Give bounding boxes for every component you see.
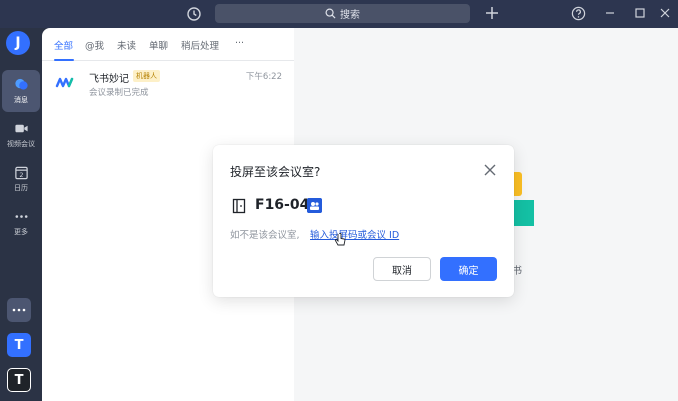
help-icon[interactable] <box>571 6 586 21</box>
chat-time: 下午6:22 <box>245 72 282 82</box>
avatar[interactable]: J <box>6 31 30 55</box>
more-apps-icon <box>12 308 26 312</box>
search-placeholder: 搜索 <box>340 10 360 21</box>
chat-bubble-icon <box>14 78 28 90</box>
video-camera-icon <box>14 124 28 133</box>
maximize-icon[interactable] <box>633 6 647 20</box>
confirm-button[interactable]: 确定 <box>440 257 497 281</box>
nav-item-messages[interactable]: 消息 <box>2 70 40 112</box>
tab-all[interactable]: 全部 <box>54 38 73 52</box>
calendar-day: 2 <box>19 171 23 179</box>
more-dots-icon <box>15 215 27 218</box>
tab-later[interactable]: 稍后处理 <box>181 38 219 52</box>
enter-code-link[interactable]: 输入投屏码或会议 ID <box>310 227 399 241</box>
nav-item-label: 消息 <box>14 96 28 104</box>
tab-direct[interactable]: 单聊 <box>149 38 168 52</box>
minimize-icon[interactable] <box>603 6 617 20</box>
search-icon <box>325 8 336 19</box>
nav-item-label: 更多 <box>14 228 28 236</box>
history-icon[interactable] <box>186 6 202 22</box>
chat-filter-tabs: 全部 @我 未读 单聊 稍后处理 ··· <box>42 28 294 61</box>
close-icon[interactable] <box>483 163 497 177</box>
plus-icon[interactable] <box>484 5 500 21</box>
app-shortcut-t-dark[interactable]: T <box>7 368 31 392</box>
minutes-app-logo-icon <box>55 77 74 88</box>
chat-preview: 会议录制已完成 <box>89 88 149 98</box>
app-shortcut-t-blue[interactable]: T <box>7 333 31 357</box>
screen-share-dialog: 投屏至该会议室? F16-04 如不是该会议室, 输入投屏码或会议 ID 取消 … <box>213 145 514 297</box>
title-bar: 搜索 <box>0 0 678 28</box>
active-tab-indicator <box>54 59 74 61</box>
list-item[interactable]: 飞书妙记 机器人 下午6:22 会议录制已完成 <box>42 63 294 99</box>
nav-item-label: 日历 <box>14 184 28 192</box>
close-window-icon[interactable] <box>658 6 672 20</box>
video-room-badge-icon <box>307 198 322 213</box>
search-input[interactable]: 搜索 <box>215 4 470 23</box>
nav-item-label: 视频会议 <box>7 140 35 148</box>
chat-name: 飞书妙记 <box>89 74 129 85</box>
nav-item-video-meetings[interactable]: 视频会议 <box>0 114 42 156</box>
cancel-button[interactable]: 取消 <box>373 257 431 281</box>
dialog-hint: 如不是该会议室, <box>230 230 300 241</box>
nav-item-more[interactable]: 更多 <box>0 202 42 244</box>
app-launcher-button[interactable] <box>7 298 31 322</box>
tab-more[interactable]: ··· <box>235 38 244 49</box>
bot-badge: 机器人 <box>133 70 160 82</box>
room-name: F16-04 <box>255 197 310 213</box>
meeting-room-icon <box>232 198 246 214</box>
left-navigation: J 消息 视频会议 2 日历 更多 T T <box>0 28 42 401</box>
tab-mentions[interactable]: @我 <box>85 38 104 52</box>
hand-cursor-icon <box>334 233 346 246</box>
tab-unread[interactable]: 未读 <box>117 38 136 52</box>
empty-state-illustration-accent <box>512 200 534 226</box>
nav-item-calendar[interactable]: 2 日历 <box>0 158 42 200</box>
dialog-title: 投屏至该会议室? <box>230 165 321 179</box>
calendar-icon: 2 <box>14 166 28 180</box>
